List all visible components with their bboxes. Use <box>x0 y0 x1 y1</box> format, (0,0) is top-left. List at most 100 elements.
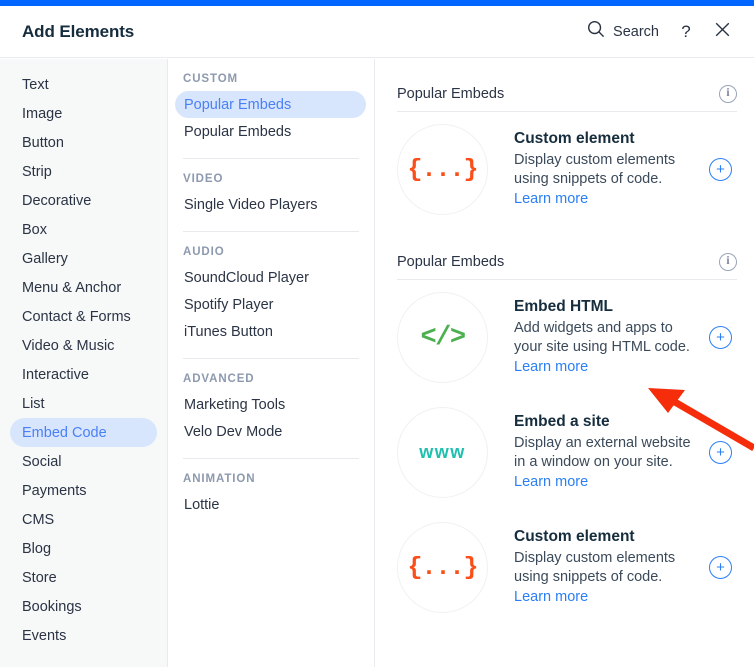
group-label: ANIMATION <box>183 473 256 485</box>
search-label: Search <box>613 23 659 40</box>
sidebar-item-menu-anchor[interactable]: Menu & Anchor <box>10 273 157 302</box>
group-label: VIDEO <box>183 173 224 185</box>
sidebar-item-social[interactable]: Social <box>10 447 157 476</box>
card-description-text: Display custom elements using snippets o… <box>514 151 676 188</box>
card-text: Custom element Display custom elements us… <box>514 130 709 209</box>
card-thumbnail: www <box>397 407 488 498</box>
sidebar-item-button[interactable]: Button <box>10 128 157 157</box>
sidebar-item-label: Contact & Forms <box>22 308 131 325</box>
card-thumbnail: {...} <box>397 124 488 215</box>
sidebar-item-events[interactable]: Events <box>10 621 157 650</box>
subcategory-item-soundcloud-player[interactable]: SoundCloud Player <box>175 264 366 291</box>
card-title: Custom element <box>514 527 635 545</box>
sidebar-item-strip[interactable]: Strip <box>10 157 157 186</box>
group-label: CUSTOM <box>183 73 239 85</box>
info-icon[interactable]: i <box>719 253 737 271</box>
sidebar-item-label: Image <box>22 105 63 122</box>
sidebar-item-interactive[interactable]: Interactive <box>10 360 157 389</box>
search-icon <box>587 20 605 43</box>
group-divider <box>183 458 359 459</box>
subcategory-item-label: iTunes Button <box>184 323 273 340</box>
subcategory-item-itunes-button[interactable]: iTunes Button <box>175 318 366 345</box>
sidebar-item-bookings[interactable]: Bookings <box>10 592 157 621</box>
sidebar-item-decorative[interactable]: Decorative <box>10 186 157 215</box>
subcategory-item-label: Velo Dev Mode <box>184 423 283 440</box>
sidebar-item-cms[interactable]: CMS <box>10 505 157 534</box>
sidebar-item-blog[interactable]: Blog <box>10 534 157 563</box>
sidebar-item-video-music[interactable]: Video & Music <box>10 331 157 360</box>
subcategory-item-popular-embeds[interactable]: Popular Embeds <box>175 118 366 145</box>
sidebar-item-label: Bookings <box>22 598 82 615</box>
help-button[interactable]: ? <box>671 17 701 47</box>
sidebar-item-label: List <box>22 395 45 412</box>
sidebar-item-text[interactable]: Text <box>10 70 157 99</box>
card-title: Custom element <box>514 129 635 147</box>
add-element-button[interactable]: + <box>709 326 732 349</box>
subcategory-group: ANIMATION Lottie <box>168 473 374 518</box>
group-divider <box>183 231 359 232</box>
question-mark-icon: ? <box>681 22 691 41</box>
subcategory-group: AUDIO SoundCloud Player Spotify Player iTun… <box>168 246 374 345</box>
panel-body: Text Image Button Strip Decorative Box Gallery… <box>0 59 754 667</box>
group-divider <box>183 358 359 359</box>
sidebar-item-label: Text <box>22 76 49 93</box>
code-tag-icon: </> <box>420 322 466 353</box>
learn-more-link[interactable]: Learn more <box>514 359 588 375</box>
learn-more-link[interactable]: Learn more <box>514 191 588 207</box>
subcategory-item-velo-dev-mode[interactable]: Velo Dev Mode <box>175 418 366 445</box>
card-description-text: Display custom elements using snippets o… <box>514 549 676 586</box>
sidebar-item-box[interactable]: Box <box>10 215 157 244</box>
sidebar-item-label: Menu & Anchor <box>22 279 122 296</box>
sidebar-item-label: Decorative <box>22 192 92 209</box>
sidebar-item-label: Embed Code <box>22 424 107 441</box>
card-description-text: Display an external website in a window … <box>514 434 691 471</box>
sidebar-item-payments[interactable]: Payments <box>10 476 157 505</box>
category-sidebar: Text Image Button Strip Decorative Box Gallery… <box>0 59 168 667</box>
subcategory-group: CUSTOM Popular Embeds Popular Embeds <box>168 73 374 145</box>
sidebar-item-store[interactable]: Store <box>10 563 157 592</box>
header-actions: Search ? <box>581 16 737 47</box>
add-elements-panel: Add Elements Search ? Text Image Button … <box>0 0 754 667</box>
info-icon[interactable]: i <box>719 85 737 103</box>
sidebar-item-contact-forms[interactable]: Contact & Forms <box>10 302 157 331</box>
search-button[interactable]: Search <box>581 16 665 47</box>
learn-more-link[interactable]: Learn more <box>514 474 588 490</box>
subcategory-item-marketing-tools[interactable]: Marketing Tools <box>175 391 366 418</box>
close-icon <box>715 22 730 42</box>
subcategory-item-label: Single Video Players <box>184 196 318 213</box>
element-card[interactable]: {...} Custom element Display custom elemen… <box>397 112 737 227</box>
subcategory-item-label: Popular Embeds <box>184 96 292 113</box>
sidebar-item-label: Store <box>22 569 57 586</box>
subcategory-item-lottie[interactable]: Lottie <box>175 491 366 518</box>
card-description: Display an external website in a window … <box>514 434 701 492</box>
element-card[interactable]: {...} Custom element Display custom elemen… <box>397 510 737 625</box>
sidebar-item-label: Interactive <box>22 366 89 383</box>
subcategory-item-spotify-player[interactable]: Spotify Player <box>175 291 366 318</box>
element-card[interactable]: </> Embed HTML Add widgets and apps to you… <box>397 280 737 395</box>
sidebar-item-image[interactable]: Image <box>10 99 157 128</box>
subcategory-item-label: Marketing Tools <box>184 396 286 413</box>
add-element-button[interactable]: + <box>709 556 732 579</box>
sidebar-item-label: Payments <box>22 482 87 499</box>
element-card[interactable]: www Embed a site Display an external websi… <box>397 395 737 510</box>
card-description-text: Add widgets and apps to your site using … <box>514 319 690 356</box>
add-element-button[interactable]: + <box>709 158 732 181</box>
sidebar-item-list[interactable]: List <box>10 389 157 418</box>
subcategory-item-popular-embeds[interactable]: Popular Embeds <box>175 91 366 118</box>
group-label: AUDIO <box>183 246 225 258</box>
section-header: Popular Embeds i <box>397 227 737 280</box>
subcategory-item-label: SoundCloud Player <box>184 269 309 286</box>
sidebar-item-embed-code[interactable]: Embed Code <box>10 418 157 447</box>
sidebar-item-label: Social <box>22 453 62 470</box>
card-description: Add widgets and apps to your site using … <box>514 319 701 377</box>
card-text: Embed a site Display an external website … <box>514 413 709 492</box>
sidebar-item-gallery[interactable]: Gallery <box>10 244 157 273</box>
sidebar-item-label: Gallery <box>22 250 68 267</box>
card-description: Display custom elements using snippets o… <box>514 151 701 209</box>
add-element-button[interactable]: + <box>709 441 732 464</box>
subcategory-item-label: Lottie <box>184 496 220 513</box>
close-button[interactable] <box>707 17 737 47</box>
card-text: Embed HTML Add widgets and apps to your s… <box>514 298 709 377</box>
subcategory-item-single-video-players[interactable]: Single Video Players <box>175 191 366 218</box>
learn-more-link[interactable]: Learn more <box>514 589 588 605</box>
